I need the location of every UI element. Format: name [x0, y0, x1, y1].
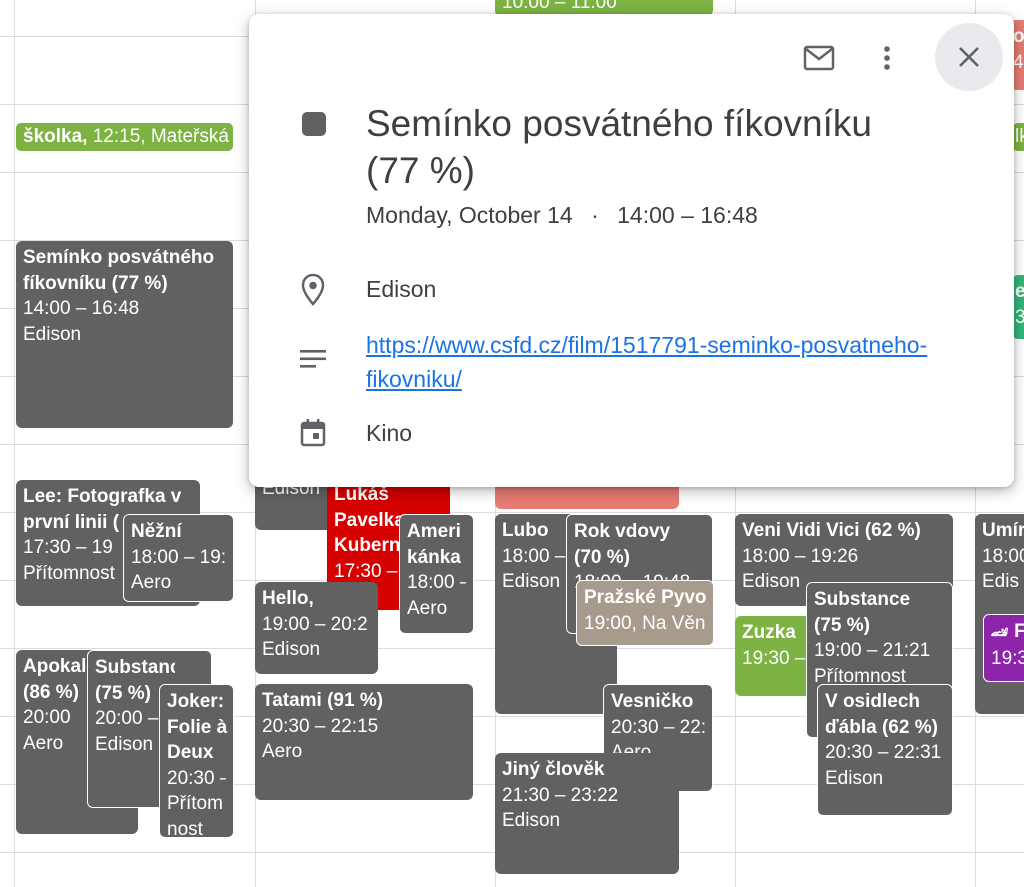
event-place: Edison	[23, 323, 82, 345]
event-nezni[interactable]: Něžní 18:00 – 19: Aero	[123, 514, 234, 602]
event-amerikanka[interactable]: Ameri kánka 18:00 – Aero	[399, 514, 474, 634]
event-place: Aero	[407, 597, 448, 619]
datetime-separator: ·	[591, 202, 599, 228]
event-time: 14:00 – 16:48	[617, 202, 758, 228]
event-title: Semínko posvátného fíkovníku (77 %)	[23, 247, 215, 294]
calendar-icon	[297, 416, 329, 450]
event-title: Hello,	[262, 588, 314, 609]
event-title: Semínko posvátného fíkovníku (77 %)	[366, 103, 872, 191]
event-prazske-pyvo[interactable]: Pražské Pyvo 19:00, Na Věn	[576, 580, 714, 646]
event-place: Edis	[982, 571, 1019, 592]
event-location: Edison	[366, 276, 437, 302]
event-title: Apokal (86 %)	[23, 656, 87, 703]
event-time: 18:00 – 19:26	[742, 545, 859, 567]
event-time: 20:30 – 22:	[611, 716, 705, 738]
more-options-button[interactable]	[865, 36, 909, 80]
event-hello[interactable]: Hello, 19:00 – 20:2 Edison	[255, 582, 378, 674]
event-title: Veni Vidi Vici (62 %)	[742, 520, 921, 541]
allday-event-detail: 12:15, Mateřská	[87, 126, 229, 147]
email-button[interactable]	[797, 36, 841, 80]
event-detail-popup: Semínko posvátného fíkovníku (77 %) Mond…	[249, 14, 1014, 487]
event-time: 19:00 – 20:2	[262, 613, 368, 635]
race-car-icon: 🏎	[991, 624, 1009, 640]
event-time: 20:30 – 22:15	[262, 715, 379, 737]
event-seminko[interactable]: Semínko posvátného fíkovníku (77 %) 14:0…	[16, 241, 233, 428]
event-purple[interactable]: 🏎 F 19:3	[983, 614, 1024, 682]
event-time: 20:30 – 22:31	[825, 742, 942, 763]
allday-event-title: školka,	[23, 126, 88, 147]
event-title: Tatami (91 %)	[262, 690, 384, 711]
email-icon	[803, 45, 835, 71]
close-button[interactable]	[935, 23, 1003, 91]
description-icon	[297, 346, 329, 372]
event-time: 19:00, Na Věn	[584, 612, 706, 634]
event-color-swatch	[302, 112, 326, 136]
event-title-text: F	[1014, 621, 1024, 642]
event-datetime: Monday, October 14 · 14:00 – 16:48	[366, 202, 758, 229]
event-title: o	[1013, 26, 1024, 47]
event-place: Přítom nost	[167, 793, 223, 838]
event-jiny-clovek[interactable]: Jiný člověk 21:30 – 23:22 Edison	[495, 753, 679, 874]
event-place: Edison	[262, 639, 321, 660]
event-time: 18:00	[982, 545, 1024, 567]
event-time: 14:00 – 16:48	[23, 298, 140, 319]
event-v-osidlech-dabla[interactable]: V osidlech ďábla (62 %) 20:30 – 22:31 Ed…	[817, 684, 953, 816]
event-title: Pražské Pyvo	[584, 587, 706, 608]
event-calendar-name: Kino	[366, 420, 413, 446]
event-title: Lukáš Pavelka Kubern	[334, 484, 404, 556]
event-title: 🏎 F	[991, 619, 1024, 646]
event-title: Něžní	[131, 521, 182, 542]
event-title: Substance (75 %)	[814, 589, 911, 636]
event-time: 19:00 – 21:21	[814, 640, 931, 661]
event-place: Aero	[131, 572, 172, 593]
event-time: 20:30 –	[167, 767, 226, 789]
event-title: Jiný člověk	[502, 759, 605, 780]
event-time: 45	[1013, 51, 1024, 73]
event-time: 30	[1015, 306, 1024, 328]
event-time: 19:3	[991, 647, 1024, 669]
event-tatami[interactable]: Tatami (91 %) 20:30 – 22:15 Aero	[255, 684, 473, 800]
event-place: Edison	[502, 810, 561, 831]
event-title: Zuzka	[742, 622, 796, 643]
more-vert-icon	[884, 46, 890, 70]
event-title: Rok vdovy (70 %)	[574, 521, 671, 568]
event-description-link[interactable]: https://www.csfd.cz/film/1517791-seminko…	[366, 328, 996, 396]
event-place: Aero	[262, 741, 303, 762]
event-place: Edison	[825, 767, 884, 789]
event-time: 18:00 – 19:	[131, 546, 226, 568]
close-icon	[959, 47, 979, 67]
event-time: 18:00 –	[407, 572, 466, 593]
event-title: er	[1015, 281, 1024, 302]
allday-event-skolka[interactable]: školka, 12:15, Mateřská	[16, 123, 233, 151]
event-time: 19:30 –	[742, 647, 806, 669]
event-title: V osidlech ďábla (62 %)	[825, 691, 938, 738]
event-time: 21:30 – 23:22	[502, 784, 619, 806]
event-title: lk	[1015, 126, 1024, 147]
event-title: Vesničko	[611, 691, 694, 712]
location-icon	[297, 272, 329, 308]
event-title: Ameri kánka	[407, 521, 461, 568]
event-title: Umír	[982, 520, 1024, 541]
event-title: Joker: Folie à Deux	[167, 691, 228, 763]
event-joker[interactable]: Joker: Folie à Deux 20:30 – Přítom nost	[159, 684, 234, 838]
event-date: Monday, October 14	[366, 202, 573, 228]
